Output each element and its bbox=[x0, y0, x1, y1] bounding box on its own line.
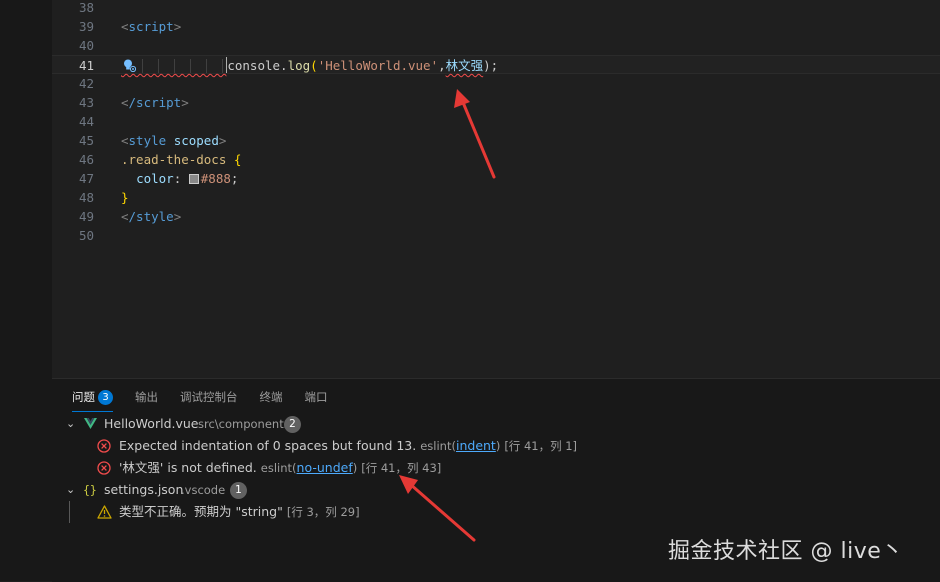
code-line: 48 } bbox=[52, 188, 940, 207]
code-text: </script> bbox=[121, 95, 189, 110]
problems-count-badge: 3 bbox=[98, 390, 113, 405]
error-icon bbox=[97, 439, 111, 453]
code-text: console.log('HelloWorld.vue',林文强); bbox=[226, 57, 499, 73]
code-editor[interactable]: 38 39 <script> 40 41 console.log('HelloW… bbox=[52, 0, 940, 378]
watermark: 掘金技术社区 @ live丶 bbox=[668, 539, 904, 564]
line-number: 49 bbox=[78, 209, 94, 224]
line-number: 44 bbox=[78, 114, 94, 129]
line-number: 38 bbox=[78, 0, 94, 15]
line-number: 40 bbox=[78, 38, 94, 53]
problem-message: '林文强' is not defined. bbox=[119, 460, 257, 475]
code-line: 42 bbox=[52, 74, 940, 93]
code-line-current: 41 console.log('HelloWorld.vue',林文强); bbox=[52, 55, 940, 74]
code-text: <script> bbox=[121, 19, 182, 34]
problem-file-group[interactable]: ⌄ {} settings.json .vscode 1 bbox=[52, 479, 940, 501]
line-number: 48 bbox=[78, 190, 94, 205]
code-line: 39 <script> bbox=[52, 17, 940, 36]
problem-location: [行 3，列 29] bbox=[286, 505, 360, 519]
line-number: 47 bbox=[78, 171, 94, 186]
line-number: 50 bbox=[78, 228, 94, 243]
code-line: 45 <style scoped> bbox=[52, 131, 940, 150]
tab-output[interactable]: 输出 bbox=[135, 387, 158, 409]
problem-file-name: HelloWorld.vue bbox=[104, 416, 199, 431]
tab-terminal[interactable]: 终端 bbox=[260, 387, 283, 409]
problem-location: [行 41，列 43] bbox=[361, 461, 442, 475]
problem-location: [行 41，列 1] bbox=[504, 439, 578, 453]
problem-file-path: src\components bbox=[198, 417, 290, 431]
activity-bar bbox=[0, 0, 52, 581]
problem-item[interactable]: 类型不正确。预期为 "string" [行 3，列 29] bbox=[52, 501, 940, 523]
tree-indent-guide bbox=[69, 501, 70, 523]
problem-item[interactable]: '林文强' is not defined. eslint(no-undef) [… bbox=[52, 457, 940, 479]
problem-item[interactable]: Expected indentation of 0 spaces but fou… bbox=[52, 435, 940, 457]
code-line: 40 bbox=[52, 36, 940, 55]
code-text: .read-the-docs { bbox=[121, 152, 242, 167]
problem-source: eslint bbox=[420, 439, 452, 453]
code-line: 38 bbox=[52, 0, 940, 17]
tab-debug-console[interactable]: 调试控制台 bbox=[180, 387, 238, 409]
line-number: 46 bbox=[78, 152, 94, 167]
problem-source: eslint bbox=[260, 461, 293, 475]
code-line: 46 .read-the-docs { bbox=[52, 150, 940, 169]
code-line: 50 bbox=[52, 226, 940, 245]
code-line: 49 </style> bbox=[52, 207, 940, 226]
problem-file-name: settings.json bbox=[104, 482, 184, 497]
chevron-down-icon[interactable]: ⌄ bbox=[66, 413, 75, 435]
line-number: 42 bbox=[78, 76, 94, 91]
error-icon bbox=[97, 461, 111, 475]
tab-problems[interactable]: 问题 3 bbox=[72, 387, 113, 412]
line-number: 45 bbox=[78, 133, 94, 148]
rule-link-indent[interactable]: indent bbox=[456, 438, 496, 453]
line-number: 41 bbox=[78, 58, 94, 73]
problem-message: 类型不正确。预期为 "string" bbox=[119, 504, 283, 519]
vue-file-icon bbox=[84, 418, 97, 429]
problem-count-badge: 2 bbox=[284, 416, 301, 433]
panel-tabs: 问题 3 输出 调试控制台 终端 端口 bbox=[72, 387, 328, 412]
rule-link-no-undef[interactable]: no-undef bbox=[297, 460, 353, 475]
code-text: <style scoped> bbox=[121, 133, 227, 148]
warning-icon bbox=[97, 505, 112, 519]
problem-file-path: .vscode bbox=[181, 483, 226, 497]
json-file-icon: {} bbox=[83, 483, 97, 497]
color-swatch[interactable] bbox=[188, 174, 199, 184]
code-line: 44 bbox=[52, 112, 940, 131]
code-line: 47 color: #888; bbox=[52, 169, 940, 188]
problem-message: Expected indentation of 0 spaces but fou… bbox=[119, 438, 417, 453]
tab-ports[interactable]: 端口 bbox=[305, 387, 328, 409]
code-text: color: #888; bbox=[136, 171, 239, 186]
problem-file-group[interactable]: ⌄ HelloWorld.vue src\components 2 bbox=[52, 413, 940, 435]
line-number: 39 bbox=[78, 19, 94, 34]
code-line: 43 </script> bbox=[52, 93, 940, 112]
code-text: </style> bbox=[121, 209, 182, 224]
code-text: } bbox=[121, 190, 129, 205]
problem-count-badge: 1 bbox=[230, 482, 247, 499]
chevron-down-icon[interactable]: ⌄ bbox=[66, 479, 75, 501]
line-number: 43 bbox=[78, 95, 94, 110]
